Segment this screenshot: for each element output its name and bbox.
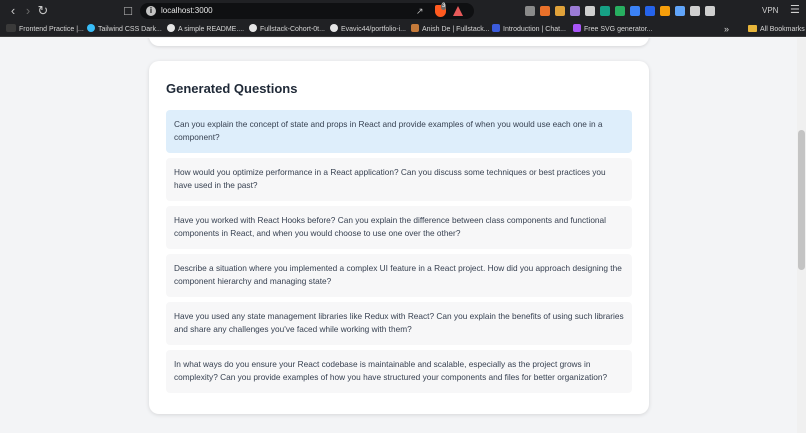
vpn-button[interactable]: VPN (762, 5, 778, 17)
back-icon[interactable]: ‹ (5, 3, 21, 19)
page-viewport: Generated Questions Can you explain the … (0, 38, 797, 433)
forward-icon[interactable]: › (20, 3, 36, 19)
github-icon (167, 24, 175, 32)
extension-icon[interactable] (585, 6, 595, 16)
share-icon[interactable]: ↗ (416, 5, 424, 17)
chat-favicon-icon (492, 24, 500, 32)
bookmark-item[interactable]: Evavic44/portfolio-i... (330, 24, 406, 35)
bookmark-item[interactable]: Tailwind CSS Dark... (87, 24, 162, 35)
bookmark-item[interactable]: Anish De | Fullstack... (411, 24, 490, 35)
bookmark-item[interactable]: Frontend Practice |... (6, 24, 84, 35)
scrollbar-thumb[interactable] (798, 130, 805, 270)
tailwind-favicon-icon (87, 24, 95, 32)
menu-icon[interactable]: ☰ (790, 4, 800, 16)
reload-icon[interactable]: ↻ (35, 3, 51, 19)
address-bar[interactable]: i localhost:3000 ↗ 3 (140, 3, 474, 19)
extension-icon[interactable] (525, 6, 535, 16)
github-icon (330, 24, 338, 32)
bookmarks-bar: Frontend Practice |... Tailwind CSS Dark… (0, 22, 806, 37)
github-icon (249, 24, 257, 32)
url-text[interactable]: localhost:3000 (161, 5, 213, 17)
extension-icon[interactable] (660, 6, 670, 16)
folder-icon (748, 25, 757, 32)
question-item[interactable]: Describe a situation where you implement… (166, 254, 632, 297)
bookmark-item[interactable]: Free SVG generator... (573, 24, 652, 35)
extension-icon[interactable] (615, 6, 625, 16)
questions-title: Generated Questions (166, 81, 298, 96)
extension-icon[interactable] (675, 6, 685, 16)
bookmark-item[interactable]: A simple README.... (167, 24, 244, 35)
anish-favicon-icon (411, 24, 419, 32)
more-bookmarks-icon[interactable]: » (724, 23, 729, 36)
extension-icon[interactable] (705, 6, 715, 16)
question-item[interactable]: Have you worked with React Hooks before?… (166, 206, 632, 249)
fp-favicon-icon (6, 24, 16, 32)
svg-favicon-icon (573, 24, 581, 32)
question-item[interactable]: In what ways do you ensure your React co… (166, 350, 632, 393)
extension-icon[interactable] (555, 6, 565, 16)
extension-icon[interactable] (600, 6, 610, 16)
extension-icon[interactable] (630, 6, 640, 16)
question-item[interactable]: Have you used any state management libra… (166, 302, 632, 345)
all-bookmarks-button[interactable]: All Bookmarks (748, 24, 805, 35)
browser-toolbar: ‹ › ↻ □ i localhost:3000 ↗ 3 VPN ☰ (0, 0, 806, 22)
extension-icon[interactable] (690, 6, 700, 16)
question-item[interactable]: How would you optimize performance in a … (166, 158, 632, 201)
questions-card: Generated Questions Can you explain the … (149, 61, 649, 414)
question-item[interactable]: Can you explain the concept of state and… (166, 110, 632, 153)
site-info-icon[interactable]: i (146, 6, 156, 16)
previous-card (149, 38, 649, 46)
bookmark-icon[interactable]: □ (120, 3, 136, 19)
extension-icon[interactable] (540, 6, 550, 16)
brave-rewards-icon[interactable] (453, 6, 463, 16)
shield-count-badge: 3 (441, 3, 447, 10)
page-scrollbar[interactable] (797, 38, 806, 433)
extension-icon[interactable] (570, 6, 580, 16)
bookmark-item[interactable]: Introduction | Chat... (492, 24, 566, 35)
bookmark-item[interactable]: Fullstack-Cohort-0t... (249, 24, 325, 35)
extension-icon[interactable] (645, 6, 655, 16)
